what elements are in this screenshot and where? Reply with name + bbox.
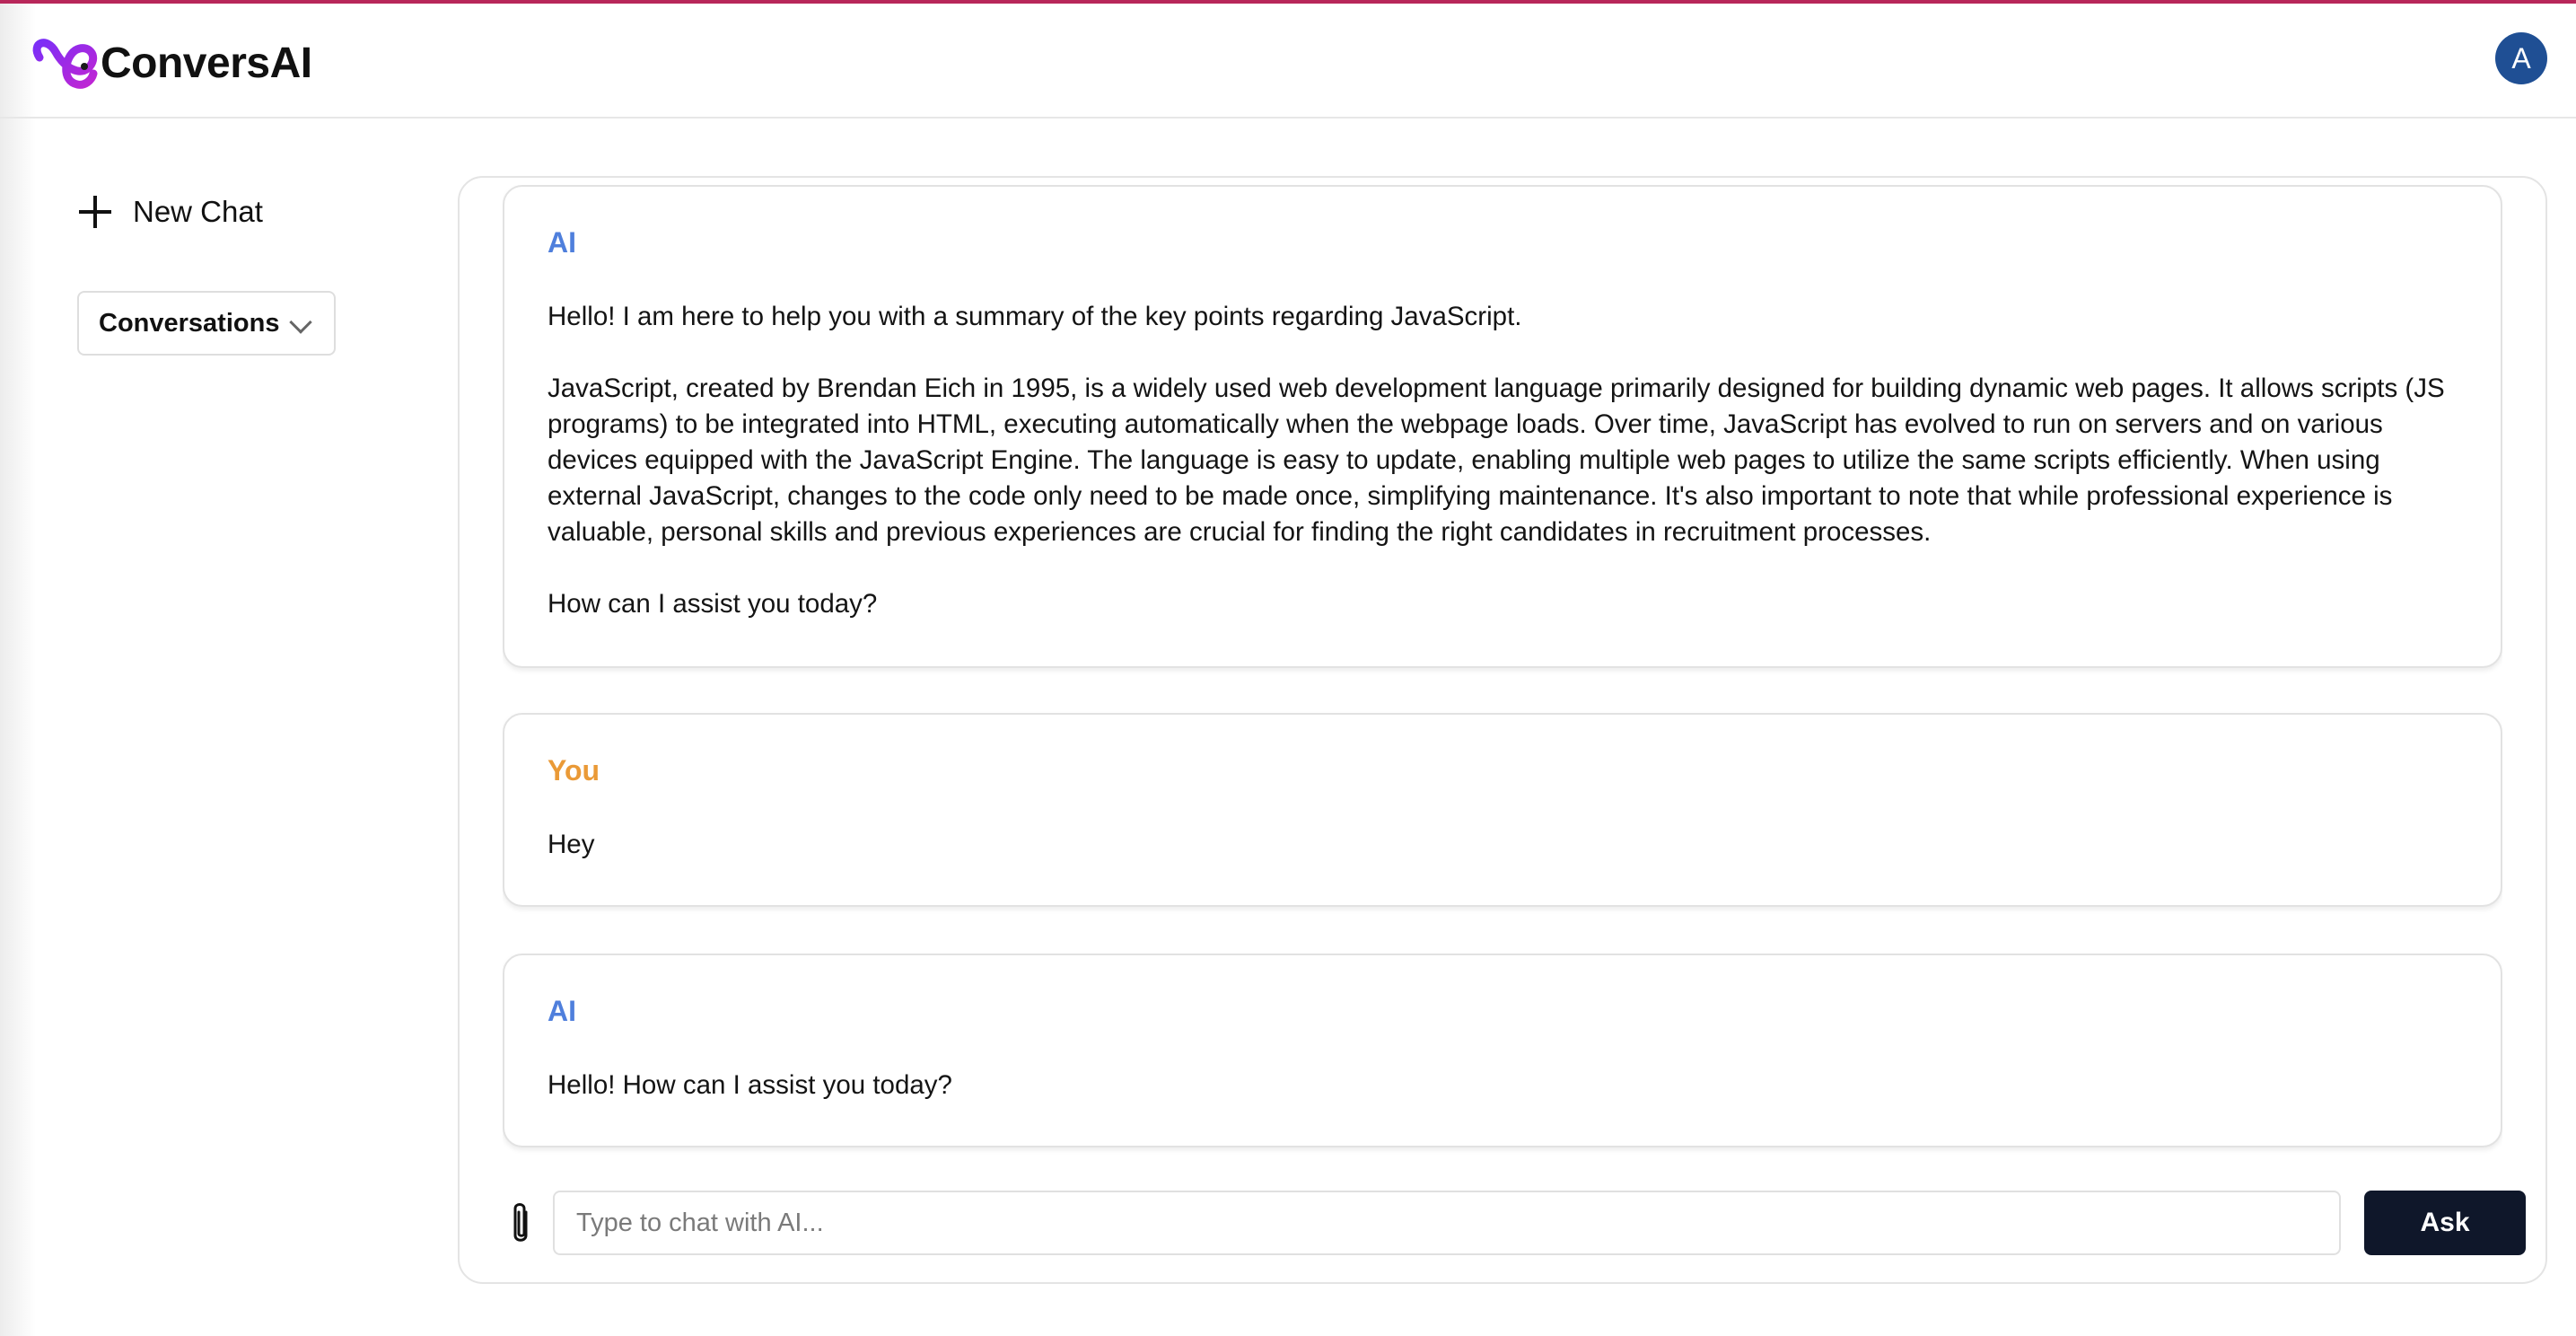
message-card: AI Hello! How can I assist you today? [503,954,2502,1147]
infinity-logo-icon [32,39,98,89]
message-text: Hey [548,830,595,859]
conversations-dropdown[interactable]: Conversations [77,291,336,356]
new-chat-label: New Chat [133,195,263,228]
message-list[interactable]: AI Hello! I am here to help you with a s… [503,185,2502,1180]
app-header: ConversAI A [0,4,2576,119]
conversations-label: Conversations [99,308,280,338]
app-logo[interactable]: ConversAI [25,31,312,95]
paperclip-icon[interactable] [503,1200,539,1248]
message-text: Hello! I am here to help you with a summ… [548,302,2445,619]
plus-icon [77,194,113,230]
composer: Ask [503,1191,2531,1257]
chevron-down-icon [289,311,312,334]
user-avatar[interactable]: A [2495,32,2547,84]
message-text: Hello! How can I assist you today? [548,1070,952,1100]
message-sender: AI [548,226,576,259]
chat-input[interactable] [553,1191,2341,1255]
message-card: You Hey [503,713,2502,907]
left-edge-shadow [0,4,36,1336]
message-card: AI Hello! I am here to help you with a s… [503,185,2502,668]
app-name: ConversAI [101,39,312,87]
chat-panel: AI Hello! I am here to help you with a s… [458,176,2547,1284]
new-chat-button[interactable]: New Chat [77,189,263,235]
message-sender: AI [548,995,576,1027]
message-sender: You [548,754,600,787]
ask-button[interactable]: Ask [2364,1191,2526,1255]
